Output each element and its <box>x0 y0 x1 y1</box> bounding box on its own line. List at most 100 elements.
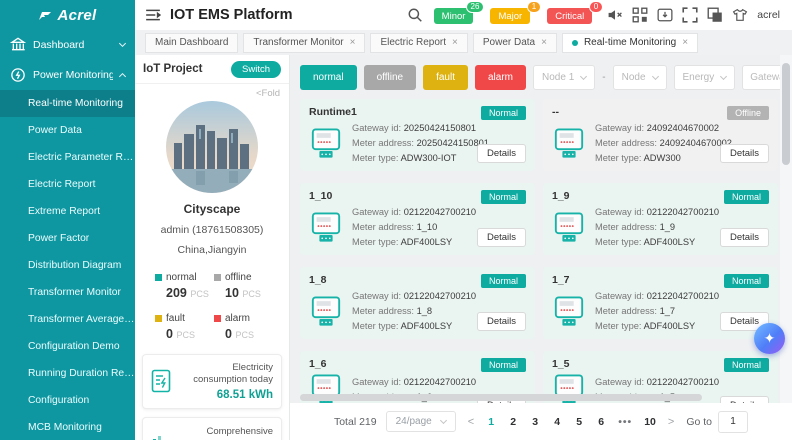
meter-type-label: Meter type: <box>352 321 401 331</box>
electricity-doc-icon <box>151 369 172 394</box>
close-tab-icon[interactable]: × <box>541 39 547 47</box>
close-tab-icon[interactable]: × <box>452 39 458 47</box>
theme-layers-icon[interactable] <box>707 7 723 23</box>
guide-icon[interactable] <box>657 7 673 23</box>
close-tab-icon[interactable]: × <box>682 39 688 47</box>
qr-grid-icon[interactable] <box>632 7 648 23</box>
stat-label-text: offline <box>225 272 252 283</box>
alarm-badges: Minor26 Major1 Critical0 <box>434 6 593 24</box>
tab-main-dashboard[interactable]: Main Dashboard <box>145 33 238 53</box>
skin-tshirt-icon[interactable] <box>732 7 748 23</box>
device-card-1-10: 1_10NormalGateway id: 02122042700210Mete… <box>300 183 535 255</box>
stat-label-text: fault <box>166 313 185 324</box>
sidebar-item-electric-parameter-report[interactable]: Electric Parameter Report <box>0 144 135 171</box>
sidebar-item-mcb-monitoring[interactable]: MCB Monitoring <box>0 414 135 440</box>
stat-label: fault <box>155 313 214 324</box>
details-button[interactable]: Details <box>720 228 769 247</box>
sparkle-icon: ✦ <box>764 330 776 347</box>
node-group-select[interactable]: Node 1 <box>533 65 595 90</box>
project-avatar <box>166 101 258 193</box>
switch-project-button[interactable]: Switch <box>231 61 281 78</box>
sidebar-item-transformer-average-loa[interactable]: Transformer Average Loa... <box>0 306 135 333</box>
sidebar-item-extreme-report[interactable]: Extreme Report <box>0 198 135 225</box>
horizontal-scrollbar-thumb[interactable] <box>300 394 702 401</box>
electricity-doc-icon-wrap <box>151 369 173 394</box>
alarm-badge-minor[interactable]: Minor26 <box>434 8 474 24</box>
sidebar-item-dashboard[interactable]: Dashboard <box>0 30 135 60</box>
gateway-id-value: 02122042700210 <box>647 291 719 301</box>
details-button[interactable]: Details <box>720 144 769 163</box>
tab-power-data[interactable]: Power Data× <box>473 33 557 53</box>
close-tab-icon[interactable]: × <box>350 39 356 47</box>
sidebar-item-power-monitoring[interactable]: Power Monitoring <box>0 60 135 90</box>
tab-real-time-monitoring[interactable]: Real-time Monitoring× <box>562 33 698 53</box>
stat-label: alarm <box>214 313 273 324</box>
sidebar-item-running-duration-report[interactable]: Running Duration Report <box>0 360 135 387</box>
stat-unit: PCS <box>235 330 254 340</box>
meter-icon <box>553 211 585 244</box>
page-button-2[interactable]: 2 <box>508 416 518 428</box>
filter-button-fault[interactable]: fault <box>423 65 468 90</box>
energy-select[interactable]: Energy <box>674 65 736 90</box>
stat-value: 0 PCS <box>214 327 273 341</box>
page-button-5[interactable]: 5 <box>574 416 584 428</box>
page-button-4[interactable]: 4 <box>552 416 562 428</box>
comprehensive-energy-icon <box>151 432 167 440</box>
filter-button-normal[interactable]: normal <box>300 65 357 90</box>
details-button[interactable]: Details <box>477 228 526 247</box>
alarm-badge-critical[interactable]: Critical0 <box>547 8 592 24</box>
sidebar-item-real-time-monitoring[interactable]: Real-time Monitoring <box>0 90 135 117</box>
goto-page-input[interactable] <box>718 411 748 433</box>
stat-label-text: alarm <box>225 313 250 324</box>
sidebar-item-configuration-demo[interactable]: Configuration Demo <box>0 333 135 360</box>
sidebar-item-electric-report[interactable]: Electric Report <box>0 171 135 198</box>
alarm-badge-major[interactable]: Major1 <box>490 8 530 24</box>
sidebar-item-power-data[interactable]: Power Data <box>0 117 135 144</box>
vertical-scrollbar-thumb[interactable] <box>782 63 790 165</box>
vertical-scrollbar[interactable] <box>780 55 792 403</box>
gateway-id-value: 24092404670002 <box>647 123 719 133</box>
tab-transformer-monitor[interactable]: Transformer Monitor× <box>243 33 365 53</box>
search-icon[interactable] <box>407 7 423 23</box>
device-status-badge: Offline <box>727 106 769 120</box>
page-size-value: 24/page <box>396 416 432 427</box>
prev-page-button[interactable]: < <box>465 416 477 428</box>
meter-icon <box>553 295 585 328</box>
stat-label: offline <box>214 272 273 283</box>
username[interactable]: acrel <box>757 9 780 21</box>
project-panel-title: IoT Project <box>143 63 202 75</box>
sidebar-item-power-factor[interactable]: Power Factor <box>0 225 135 252</box>
page-button-3[interactable]: 3 <box>530 416 540 428</box>
tab-electric-report[interactable]: Electric Report× <box>370 33 467 53</box>
page-button-6[interactable]: 6 <box>596 416 606 428</box>
sidebar-item-distribution-diagram[interactable]: Distribution Diagram <box>0 252 135 279</box>
page-size-select[interactable]: 24/page <box>386 411 456 432</box>
tab-label: Main Dashboard <box>155 37 228 48</box>
meter-icon <box>310 211 342 244</box>
page-button-10[interactable]: 10 <box>644 416 656 428</box>
collapse-menu-icon[interactable] <box>145 7 161 23</box>
node-select[interactable]: Node <box>613 65 667 90</box>
stat-alarm: alarm 0 PCS <box>214 313 273 341</box>
meter-address-label: Meter address: <box>352 138 417 148</box>
power-monitoring-icon <box>10 67 26 83</box>
sidebar-item-label: Power Monitoring <box>33 69 113 81</box>
sidebar-subnav: Real-time MonitoringPower DataElectric P… <box>0 90 135 440</box>
filter-button-alarm[interactable]: alarm <box>475 65 526 90</box>
filter-bar: normalofflinefaultalarm Node 1 - Node En… <box>290 55 792 99</box>
fullscreen-icon[interactable] <box>682 7 698 23</box>
page-button-1[interactable]: 1 <box>486 416 496 428</box>
sidebar-item-configuration[interactable]: Configuration <box>0 387 135 414</box>
fold-link[interactable]: <Fold <box>135 84 289 99</box>
filter-button-offline[interactable]: offline <box>364 65 417 90</box>
details-button[interactable]: Details <box>477 312 526 331</box>
meter-address-label: Meter address: <box>595 222 660 232</box>
ai-assistant-button[interactable]: ✦ <box>754 323 785 354</box>
top-header: IOT EMS Platform Minor26Major1Critical0 … <box>135 0 792 30</box>
pagination-bar: Total 219 24/page < 123456•••10 > Go to <box>290 403 792 440</box>
next-page-button[interactable]: > <box>665 416 677 428</box>
mute-icon[interactable] <box>607 7 623 23</box>
device-status-badge: Normal <box>724 190 769 204</box>
sidebar-item-transformer-monitor[interactable]: Transformer Monitor <box>0 279 135 306</box>
details-button[interactable]: Details <box>477 144 526 163</box>
